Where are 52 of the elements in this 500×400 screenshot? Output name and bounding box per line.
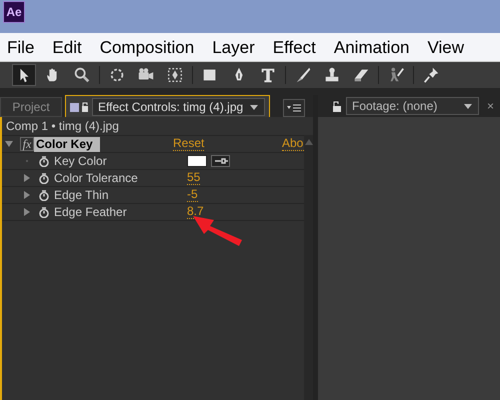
rotate-icon	[108, 66, 126, 84]
disclosure-triangle-icon[interactable]	[5, 140, 13, 148]
disclosure-triangle-icon[interactable]	[23, 191, 31, 199]
caret-icon	[249, 102, 260, 110]
eyedropper-button[interactable]	[211, 155, 230, 167]
tab-label: Effect Controls: timg (4).jpg	[98, 98, 244, 116]
stamp-icon	[323, 66, 341, 84]
effect-name: Color Key	[34, 136, 100, 152]
caret-icon	[463, 102, 473, 110]
lock-icon	[330, 100, 342, 112]
menu-item[interactable]: Layer	[212, 38, 255, 56]
brush-icon	[294, 66, 312, 84]
footage-tab[interactable]: Footage: (none)	[346, 97, 479, 115]
pin-icon	[422, 66, 440, 84]
eyedropper-icon	[214, 158, 228, 164]
menu-item[interactable]: Effect	[272, 38, 316, 56]
lock-icon	[70, 100, 88, 112]
property-name: Key Color	[54, 153, 108, 170]
menu-icon	[287, 104, 301, 112]
pan-icon	[166, 66, 184, 84]
close-button[interactable]: ×	[487, 97, 494, 115]
value-field[interactable]: -5	[187, 188, 198, 202]
disclosure-triangle-icon[interactable]	[23, 174, 31, 182]
disclosure-triangle-icon[interactable]	[23, 208, 31, 216]
stopwatch-icon[interactable]	[38, 155, 50, 167]
property-name: Color Tolerance	[54, 170, 139, 187]
panel-tab[interactable]: Project	[0, 97, 62, 117]
tab-label: Footage: (none)	[352, 98, 438, 115]
reset-link[interactable]: Reset	[173, 137, 204, 151]
stopwatch-icon[interactable]	[38, 206, 50, 218]
tab-dropdown[interactable]: Effect Controls: timg (4).jpg	[92, 98, 266, 116]
menu-item[interactable]: Edit	[52, 38, 82, 56]
panel-menu-button[interactable]	[283, 99, 305, 117]
fx-icon: fx	[20, 137, 34, 151]
type-icon	[259, 66, 277, 84]
color-swatch[interactable]	[187, 155, 207, 167]
property-name: Edge Thin	[54, 187, 110, 204]
menu-item[interactable]: Animation	[334, 38, 410, 56]
annotation-arrow	[193, 216, 243, 247]
app-logo: Ae	[3, 1, 25, 23]
menu-item[interactable]: View	[428, 38, 464, 56]
stopwatch-icon[interactable]	[38, 172, 50, 184]
menu-item[interactable]: File	[7, 38, 34, 56]
panel-tab[interactable]: Effect Controls: timg (4).jpg	[65, 95, 270, 117]
comp-breadcrumb: Comp 1 • timg (4).jpg	[5, 118, 120, 135]
stopwatch-icon[interactable]	[38, 189, 50, 201]
scrollbar[interactable]	[304, 135, 313, 400]
search-icon	[73, 66, 91, 84]
value-field[interactable]: 55	[187, 171, 200, 185]
menu-item[interactable]: Composition	[100, 38, 194, 56]
tool-button[interactable]	[12, 64, 36, 86]
property-name: Edge Feather	[54, 204, 128, 221]
